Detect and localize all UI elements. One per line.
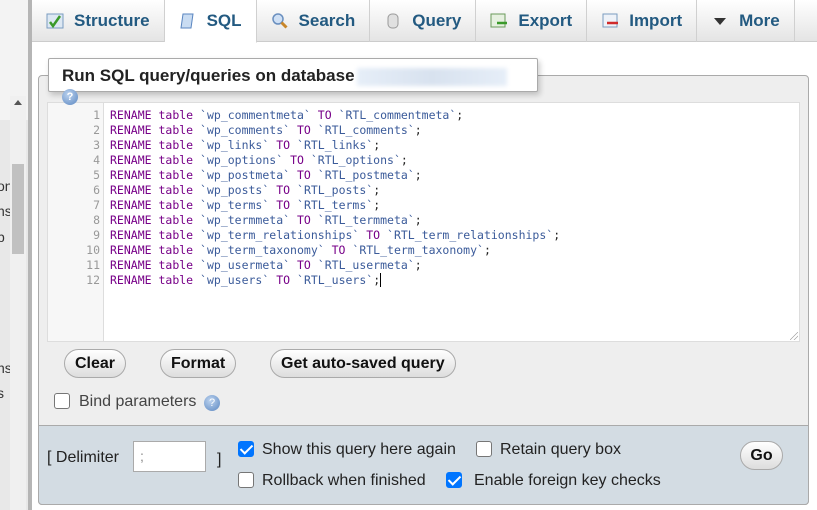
export-icon — [490, 13, 508, 28]
code-line: RENAME table `wp_comments` TO `RTL_comme… — [110, 123, 422, 137]
tab-sql[interactable]: SQL — [164, 0, 257, 43]
line-number: 9 — [93, 228, 100, 242]
code-line: RENAME table `wp_termmeta` TO `RTL_termm… — [110, 213, 422, 227]
delimiter-close-bracket: ] — [217, 451, 222, 468]
rollback-label: Rollback when finished — [262, 472, 426, 489]
sidebar-item[interactable]: s — [0, 385, 4, 401]
tab-import[interactable]: Import — [587, 0, 698, 42]
tab-export[interactable]: Export — [476, 0, 588, 42]
bind-parameters-checkbox[interactable] — [54, 393, 70, 409]
line-number: 2 — [93, 123, 100, 137]
line-number: 6 — [93, 183, 100, 197]
sidebar-scrollbar[interactable] — [10, 96, 26, 510]
show-query-again-label: Show this query here again — [262, 441, 456, 458]
sidebar-resize-handle[interactable] — [28, 0, 32, 510]
sql-icon — [180, 13, 194, 29]
foreign-key-checks-checkbox[interactable] — [446, 472, 462, 488]
clear-button[interactable]: Clear — [64, 349, 127, 378]
foreign-key-checks-label: Enable foreign key checks — [474, 472, 661, 489]
format-button[interactable]: Format — [160, 349, 237, 378]
code-line: RENAME table `wp_options` TO `RTL_option… — [110, 153, 408, 167]
show-query-again-checkbox[interactable] — [238, 441, 254, 457]
retain-query-box-label: Retain query box — [500, 441, 621, 458]
tab-search[interactable]: Search — [257, 0, 371, 42]
line-number: 11 — [86, 258, 100, 272]
code-line: RENAME table `wp_term_taxonomy` TO `RTL_… — [110, 243, 491, 257]
help-icon[interactable]: ? — [204, 395, 220, 411]
search-icon — [271, 13, 288, 29]
line-number: 12 — [86, 273, 100, 287]
text-cursor — [380, 273, 382, 287]
code-line: RENAME table `wp_postmeta` TO `RTL_postm… — [110, 168, 422, 182]
sidebar-item[interactable]: p — [0, 229, 5, 245]
top-tabs: Structure SQL Search Query Export Import… — [32, 0, 817, 43]
code-line: RENAME table `wp_term_relationships` TO … — [110, 228, 561, 242]
get-auto-saved-query-button[interactable]: Get auto-saved query — [270, 349, 456, 378]
line-number: 1 — [93, 108, 100, 122]
code-line: RENAME table `wp_terms` TO `RTL_terms`; — [110, 198, 381, 212]
code-line: RENAME table `wp_users` TO `RTL_users`; — [110, 273, 382, 287]
code-line: RENAME table `wp_links` TO `RTL_links`; — [110, 138, 381, 152]
resize-handle-icon[interactable] — [790, 332, 798, 340]
caret-down-icon — [714, 18, 727, 25]
code-line: RENAME table `wp_usermeta` TO `RTL_userm… — [110, 258, 422, 272]
code-line: RENAME table `wp_posts` TO `RTL_posts`; — [110, 183, 381, 197]
go-button[interactable]: Go — [740, 441, 783, 470]
tab-more[interactable]: More — [697, 0, 795, 42]
rollback-checkbox[interactable] — [238, 472, 254, 488]
panel-title: Run SQL query/queries on database ? — [48, 58, 538, 105]
structure-icon — [46, 13, 64, 29]
import-icon — [602, 13, 619, 28]
retain-query-box-checkbox[interactable] — [476, 441, 492, 457]
line-number: 8 — [93, 213, 100, 227]
line-number: 7 — [93, 198, 100, 212]
line-number: 5 — [93, 168, 100, 182]
code-line: RENAME table `wp_commentmeta` TO `RTL_co… — [110, 108, 464, 122]
tab-query[interactable]: Query — [370, 0, 477, 42]
scroll-up-arrow-icon[interactable] — [14, 100, 22, 105]
bind-parameters-label: Bind parameters — [79, 393, 197, 410]
line-number: 3 — [93, 138, 100, 152]
navigation-sidebar: on ns p ns s — [0, 0, 28, 510]
delimiter-input[interactable]: ; — [133, 441, 206, 472]
database-name-blurred — [356, 67, 507, 86]
line-number: 4 — [93, 153, 100, 167]
scrollbar-thumb[interactable] — [12, 164, 24, 254]
tab-structure[interactable]: Structure — [32, 0, 165, 42]
delimiter-label: [ Delimiter — [47, 449, 120, 466]
help-icon[interactable]: ? — [62, 88, 78, 105]
query-icon — [387, 13, 399, 29]
sql-editor[interactable]: 1 RENAME table `wp_commentmeta` TO `RTL_c… — [47, 102, 800, 342]
line-number: 10 — [86, 243, 100, 257]
